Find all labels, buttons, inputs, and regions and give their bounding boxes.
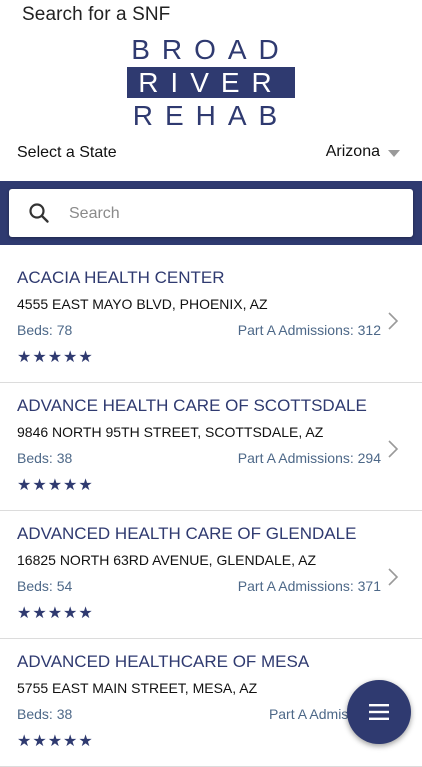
star-rating: ★★★★★: [17, 349, 94, 366]
facility-admissions: Part A Admissions: 312: [237, 322, 381, 338]
logo-line-river: RIVER: [127, 67, 295, 98]
facility-name: ADVANCED HEALTHCARE OF MESA: [17, 652, 310, 671]
broad-river-rehab-logo: BROAD RIVER REHAB: [127, 34, 295, 130]
facility-address: 4555 EAST MAYO BLVD, PHOENIX, AZ: [17, 296, 268, 312]
chevron-right-icon: [388, 568, 399, 586]
facility-name: ACACIA HEALTH CENTER: [17, 268, 225, 287]
state-dropdown-value: Arizona: [325, 143, 380, 160]
search-icon: [29, 203, 49, 223]
menu-icon: [369, 704, 389, 720]
facility-admissions: Part A Admissions: 294: [237, 450, 381, 466]
state-dropdown[interactable]: Arizona: [326, 143, 400, 161]
facility-row[interactable]: ADVANCED HEALTH CARE OF GLENDALE 16825 N…: [0, 511, 422, 639]
star-rating: ★★★★★: [17, 605, 94, 622]
search-box[interactable]: [9, 189, 413, 237]
caret-down-icon: [388, 149, 400, 157]
facility-beds: Beds: 78: [17, 322, 73, 338]
facility-address: 16825 NORTH 63RD AVENUE, GLENDALE, AZ: [17, 552, 317, 568]
page-title: Search for a SNF: [22, 4, 171, 25]
chevron-right-icon: [388, 440, 399, 458]
search-bar-band: [0, 181, 422, 245]
star-rating: ★★★★★: [17, 477, 94, 494]
facility-row[interactable]: ADVANCE HEALTH CARE OF SCOTTSDALE 9846 N…: [0, 383, 422, 511]
chevron-right-icon: [388, 312, 399, 330]
star-rating: ★★★★★: [17, 733, 94, 750]
page-header: Search for a SNF: [0, 0, 422, 30]
facility-address: 5755 EAST MAIN STREET, MESA, AZ: [17, 680, 258, 696]
facility-address: 9846 NORTH 95TH STREET, SCOTTSDALE, AZ: [17, 424, 324, 440]
logo-line-broad: BROAD: [131, 34, 291, 65]
menu-fab-button[interactable]: [347, 680, 411, 744]
facility-name: ADVANCE HEALTH CARE OF SCOTTSDALE: [17, 396, 367, 415]
logo-line-rehab: REHAB: [132, 100, 290, 131]
facility-row[interactable]: ACACIA HEALTH CENTER 4555 EAST MAYO BLVD…: [0, 255, 422, 383]
facility-beds: Beds: 54: [17, 578, 73, 594]
search-input[interactable]: [67, 197, 401, 231]
facility-admissions: Part A Admissions: 371: [237, 578, 381, 594]
state-row: Select a State Arizona: [0, 140, 422, 168]
facility-beds: Beds: 38: [17, 706, 73, 722]
facility-beds: Beds: 38: [17, 450, 73, 466]
facility-name: ADVANCED HEALTH CARE OF GLENDALE: [17, 524, 357, 543]
state-label: Select a State: [17, 144, 117, 161]
